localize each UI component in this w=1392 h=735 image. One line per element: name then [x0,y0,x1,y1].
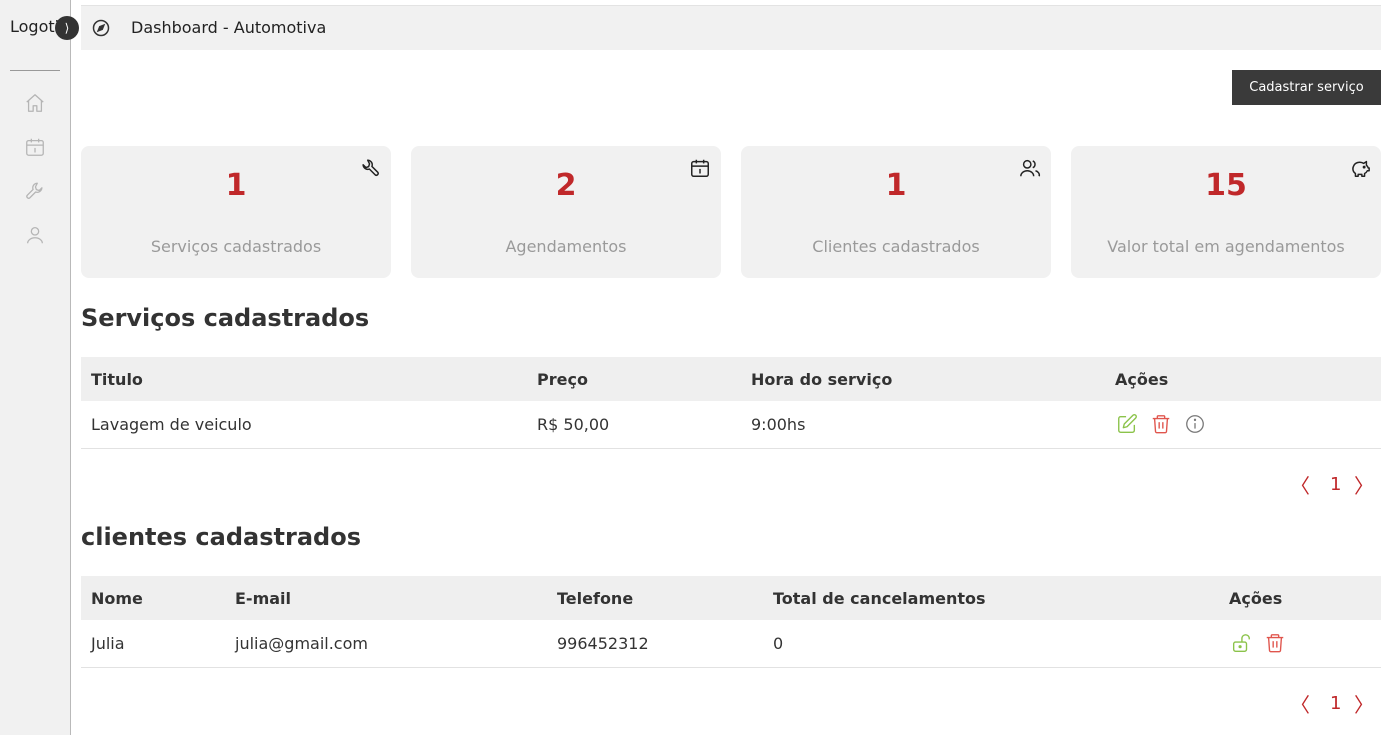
user-icon [27,227,43,244]
column-header: Ações [1115,370,1169,389]
compass-icon [91,18,111,38]
column-header: Titulo [91,370,143,389]
table-row: Lavagem de veiculo R$ 50,00 9:00hs [81,401,1381,449]
cell-titulo: Lavagem de veiculo [91,415,252,434]
column-header: Telefone [557,589,634,608]
sidebar-toggle-button[interactable]: ⟩ [55,16,79,40]
clientes-section-title: clientes cadastrados [81,523,361,551]
delete-icon[interactable] [1264,632,1286,654]
cell-cancelamentos: 0 [773,634,784,653]
sidebar: Logotipo [0,0,71,735]
cadastrar-servico-button[interactable]: Cadastrar serviço [1232,70,1381,105]
stat-value: 1 [225,168,247,203]
column-header: E-mail [235,589,292,608]
page-title: Dashboard - Automotiva [131,18,327,37]
chevron-right-icon: ⟩ [64,21,70,35]
delete-icon[interactable] [1150,413,1172,435]
servicos-table: Titulo Preço Hora do serviço Ações Lavag… [81,357,1381,449]
servicos-pagination: 〈 1 〉 [1290,470,1390,500]
stat-card-valor-total: 15 Valor total em agendamentos [1071,146,1381,278]
servicos-section-title: Serviços cadastrados [81,304,370,332]
column-header: Ações [1229,589,1283,608]
edit-icon[interactable] [1116,413,1138,435]
sidebar-item-clientes[interactable] [24,224,46,246]
column-header: Nome [91,589,143,608]
cell-preco: R$ 50,00 [537,415,610,434]
prev-page-button[interactable]: 〈 [1290,689,1310,718]
clientes-pagination: 〈 1 〉 [1290,689,1390,719]
stat-card-clientes: 1 Clientes cadastrados [741,146,1051,278]
stat-label: Serviços cadastrados [150,237,322,256]
stat-value: 15 [1205,168,1247,203]
page-number[interactable]: 1 [1330,693,1341,714]
sidebar-divider [10,70,60,71]
stat-value: 1 [885,168,907,203]
clientes-table: Nome E-mail Telefone Total de cancelamen… [81,576,1381,668]
table-row: Julia julia@gmail.com 996452312 0 [81,620,1381,668]
wrench-icon [26,182,43,199]
sidebar-item-servicos[interactable] [24,180,46,202]
stat-card-agendamentos: 2 Agendamentos [411,146,721,278]
next-page-button[interactable]: 〉 [1354,689,1374,718]
column-header: Total de cancelamentos [773,589,986,608]
stat-label: Valor total em agendamentos [1107,237,1345,256]
page-number[interactable]: 1 [1330,474,1341,495]
cell-nome: Julia [91,634,125,653]
cell-telefone: 996452312 [557,634,649,653]
sidebar-item-agenda[interactable] [24,136,46,158]
stat-value: 2 [555,168,577,203]
info-icon[interactable] [1184,413,1206,435]
unlock-icon[interactable] [1230,632,1252,654]
column-header: Preço [537,370,588,389]
sidebar-item-home[interactable] [24,92,46,114]
cell-hora: 9:00hs [751,415,806,434]
header-bar: Dashboard - Automotiva [81,5,1381,50]
stat-label: Agendamentos [505,237,627,256]
next-page-button[interactable]: 〉 [1354,470,1374,499]
logo: Logotipo [10,17,60,36]
prev-page-button[interactable]: 〈 [1290,470,1310,499]
home-icon [26,94,44,112]
stat-card-servicos: 1 Serviços cadastrados [81,146,391,278]
cell-email: julia@gmail.com [235,634,368,653]
stat-label: Clientes cadastrados [812,237,980,256]
table-header: Titulo Preço Hora do serviço Ações [81,357,1381,401]
calendar-icon [26,138,44,156]
column-header: Hora do serviço [751,370,893,389]
table-header: Nome E-mail Telefone Total de cancelamen… [81,576,1381,620]
